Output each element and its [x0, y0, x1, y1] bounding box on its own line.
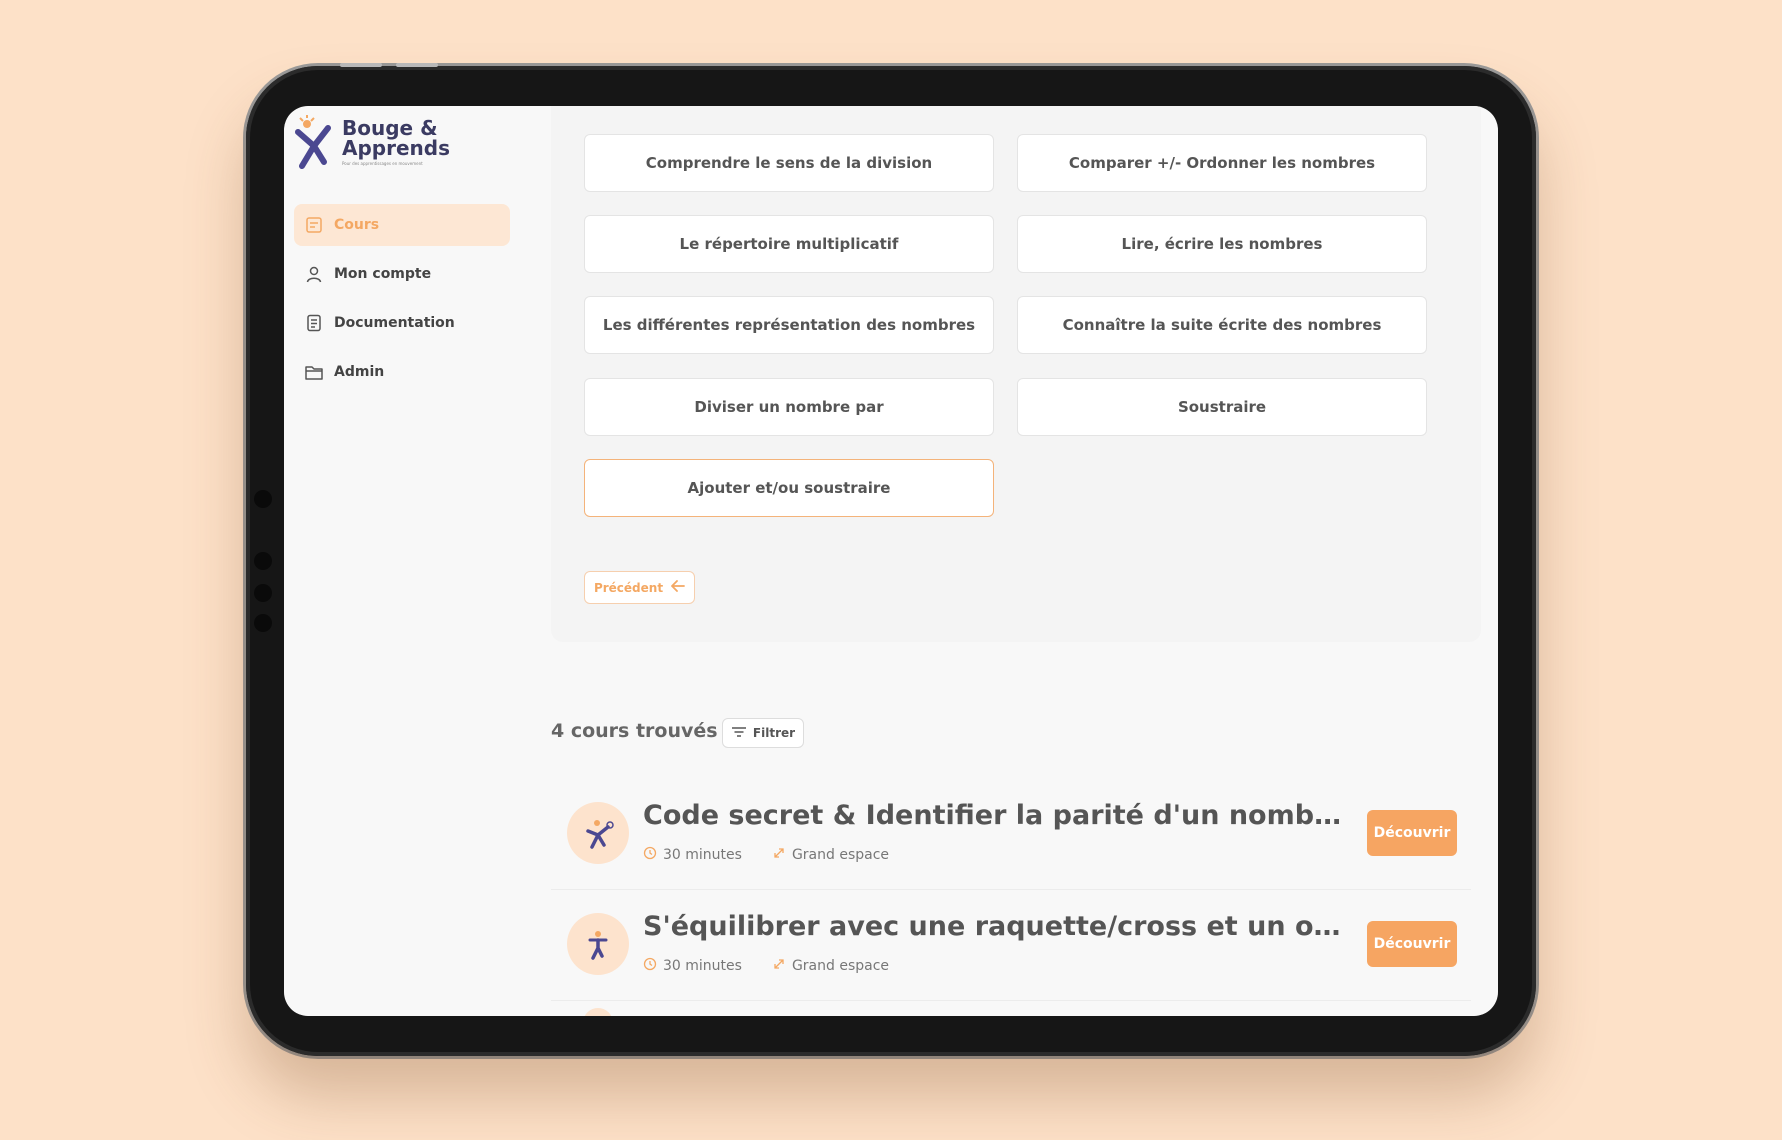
- previous-button[interactable]: Précédent: [584, 571, 695, 604]
- discover-button[interactable]: Découvrir: [1367, 810, 1457, 856]
- course-illustration-icon: [567, 802, 629, 864]
- filter-icon: [731, 726, 747, 741]
- sidebar-item-label: Mon compte: [334, 266, 432, 282]
- clock-icon: [643, 846, 657, 864]
- brand-name-line2: Apprends: [342, 136, 450, 160]
- discover-button[interactable]: Découvrir: [1367, 921, 1457, 967]
- filter-button[interactable]: Filtrer: [722, 718, 804, 748]
- topic-button[interactable]: Connaître la suite écrite des nombres: [1017, 296, 1427, 354]
- course-illustration-icon: [583, 1008, 613, 1016]
- tablet-side-button: [254, 614, 272, 632]
- brand-tagline: Pour des apprentissages en mouvement: [342, 161, 423, 166]
- tablet-side-button: [254, 490, 272, 508]
- topics-panel: Comprendre le sens de la division Compar…: [551, 106, 1481, 642]
- course-icon: [304, 215, 324, 235]
- topic-button[interactable]: Soustraire: [1017, 378, 1427, 436]
- course-meta: 30 minutes Grand espace: [643, 957, 889, 975]
- course-space: Grand espace: [791, 847, 890, 863]
- tablet-side-button: [254, 584, 272, 602]
- topic-button[interactable]: Les différentes représentation des nombr…: [584, 296, 994, 354]
- course-duration: 30 minutes: [663, 847, 742, 863]
- sidebar-item-label: Cours: [334, 217, 380, 233]
- course-title: S'équilibrer avec une raquette/cross et …: [643, 911, 1353, 942]
- tablet-top-button: [396, 63, 438, 67]
- filter-label: Filtrer: [752, 726, 796, 740]
- clock-icon: [643, 957, 657, 975]
- brand-logo[interactable]: Bouge & Apprends Pour des apprentissages…: [294, 114, 450, 170]
- brand-name-line1: Bouge &: [342, 116, 438, 140]
- expand-icon: [772, 957, 786, 975]
- topic-button[interactable]: Comparer +/- Ordonner les nombres: [1017, 134, 1427, 192]
- expand-icon: [772, 846, 786, 864]
- course-title: Code secret & Identifier la parité d'un …: [643, 800, 1353, 831]
- topic-button[interactable]: Lire, écrire les nombres: [1017, 215, 1427, 273]
- folder-icon: [304, 362, 324, 382]
- course-meta: 30 minutes Grand espace: [643, 846, 889, 864]
- tablet-side-button: [254, 552, 272, 570]
- sidebar-nav: Cours Mon compte Documentation Admin: [294, 204, 510, 400]
- topic-button[interactable]: Diviser un nombre par: [584, 378, 994, 436]
- topic-button[interactable]: Le répertoire multiplicatif: [584, 215, 994, 273]
- sidebar-item-admin[interactable]: Admin: [294, 351, 510, 393]
- sidebar-item-mon-compte[interactable]: Mon compte: [294, 253, 510, 295]
- topic-button[interactable]: Comprendre le sens de la division: [584, 134, 994, 192]
- previous-label: Précédent: [593, 580, 664, 595]
- topic-button-selected[interactable]: Ajouter et/ou soustraire: [584, 459, 994, 517]
- course-row[interactable]: S'équilibrer avec une raquette/cross et …: [551, 891, 1471, 1001]
- brand-mark-icon: [294, 114, 334, 170]
- tablet-top-button: [340, 63, 382, 67]
- results-count: 4 cours trouvés: [551, 720, 718, 742]
- course-space: Grand espace: [791, 958, 890, 974]
- app-screen: Bouge & Apprends Pour des apprentissages…: [284, 106, 1498, 1016]
- course-duration: 30 minutes: [663, 958, 742, 974]
- user-icon: [304, 264, 324, 284]
- course-illustration-icon: [567, 913, 629, 975]
- course-row[interactable]: Code secret & Identifier la parité d'un …: [551, 780, 1471, 890]
- sidebar-item-documentation[interactable]: Documentation: [294, 302, 510, 344]
- sidebar-item-cours[interactable]: Cours: [294, 204, 510, 246]
- arrow-left-icon: [671, 580, 685, 595]
- document-icon: [304, 313, 324, 333]
- sidebar-item-label: Admin: [334, 364, 385, 380]
- sidebar-item-label: Documentation: [334, 315, 455, 331]
